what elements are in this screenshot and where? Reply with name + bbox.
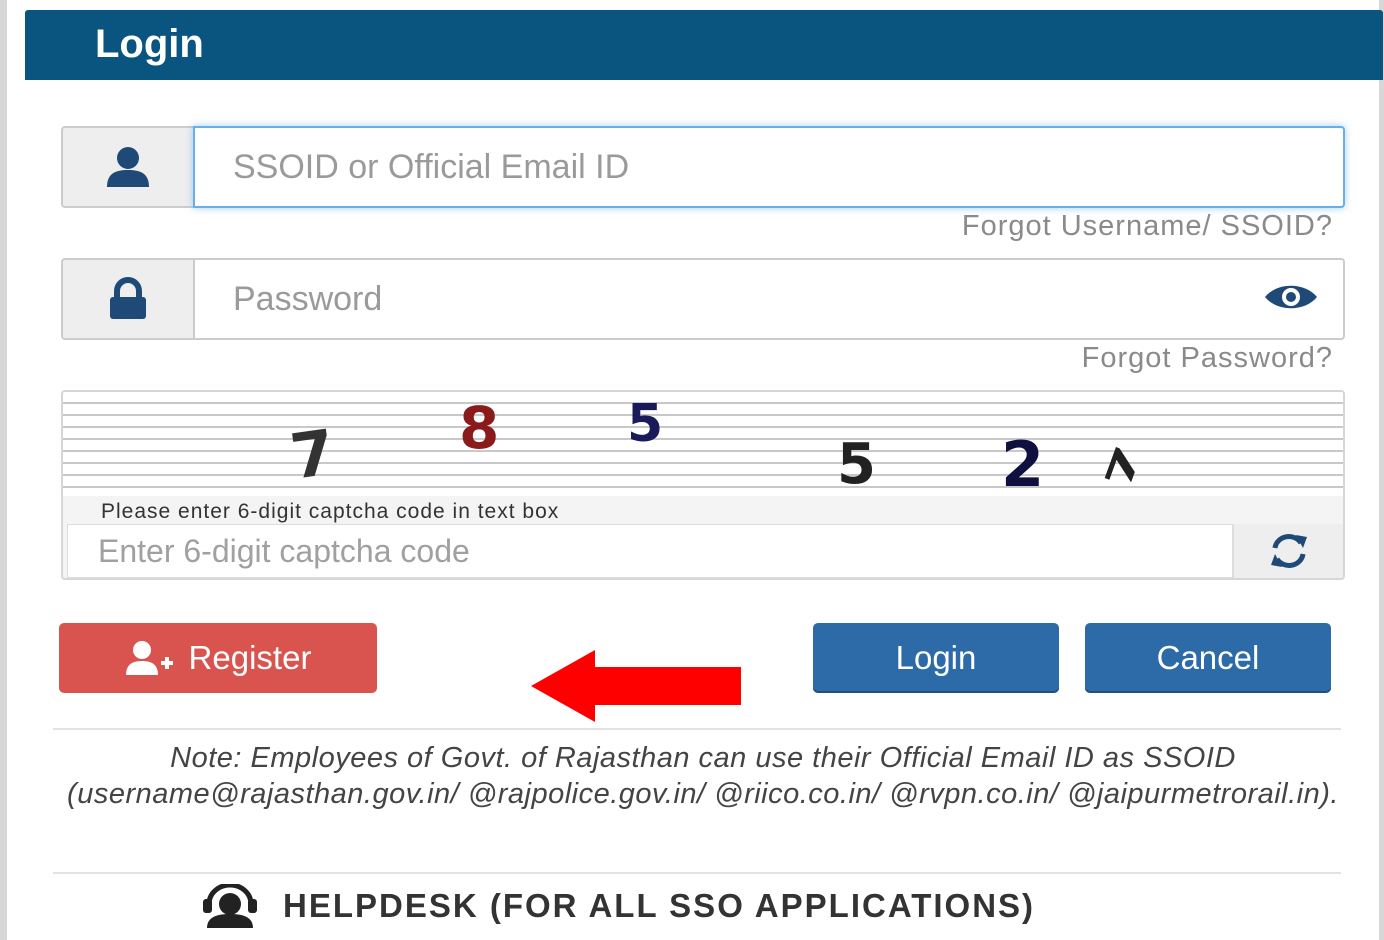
eye-icon[interactable] [1263,282,1319,317]
login-button[interactable]: Login [813,623,1059,693]
forgot-password-link[interactable]: Forgot Password? [1082,342,1333,375]
login-header: Login [25,10,1383,80]
captcha-panel: 7 8 5 5 2 7 Please enter 6-digit captcha… [61,390,1345,580]
add-user-icon [125,641,173,675]
captcha-hint: Please enter 6-digit captcha code in tex… [101,500,560,523]
password-input[interactable] [193,258,1345,340]
headset-agent-icon [203,884,257,928]
captcha-image: 7 8 5 5 2 7 [63,392,1343,501]
captcha-input[interactable] [67,524,1233,578]
helpdesk-label: HELPDESK (FOR ALL SSO APPLICATIONS) [283,887,1036,924]
cancel-label: Cancel [1156,639,1260,676]
login-label: Login [895,639,977,676]
username-group [61,126,1345,208]
captcha-digit: 2 [1001,428,1045,501]
captcha-digit: 5 [627,394,664,454]
register-label: Register [188,639,312,676]
divider [53,872,1341,874]
red-arrow-annotation [531,650,741,722]
forgot-username-link[interactable]: Forgot Username/ SSOID? [962,210,1333,243]
password-group [61,258,1345,340]
employee-note: Note: Employees of Govt. of Rajasthan ca… [67,742,1339,810]
divider [53,728,1341,730]
lock-icon [61,258,193,340]
register-button[interactable]: Register [59,623,377,693]
refresh-icon [1270,534,1307,568]
ssoid-input[interactable] [193,126,1345,208]
refresh-captcha-button[interactable] [1233,524,1343,578]
login-title: Login [95,22,204,66]
captcha-digit: 7 [1097,440,1151,494]
captcha-digit: 5 [837,432,876,497]
captcha-digit: 7 [286,415,340,494]
user-icon [61,126,193,208]
captcha-digit: 8 [459,394,500,462]
cancel-button[interactable]: Cancel [1085,623,1331,693]
helpdesk-link[interactable]: HELPDESK (FOR ALL SSO APPLICATIONS) [197,884,1035,928]
